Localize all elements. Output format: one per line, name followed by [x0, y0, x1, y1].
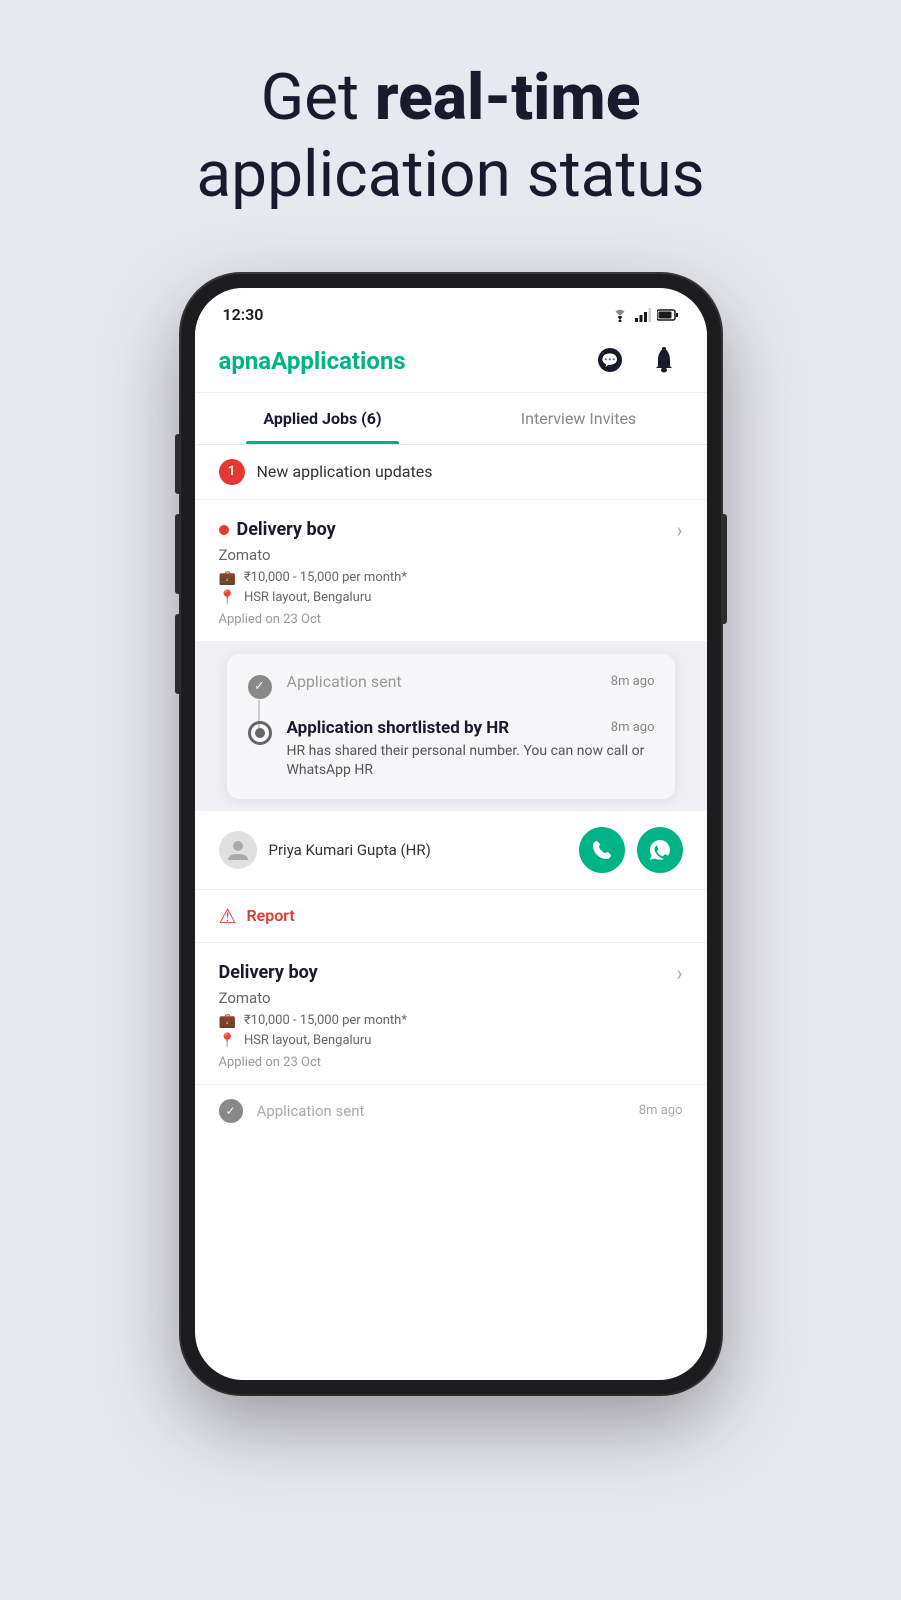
timeline-desc-2: HR has shared their personal number. You… — [287, 742, 655, 781]
tab-interview-invites[interactable]: Interview Invites — [451, 393, 707, 444]
bottom-status-time: 8m ago — [639, 1103, 683, 1118]
location-icon: 📍 — [219, 590, 236, 606]
radio-inner — [255, 728, 265, 738]
person-icon — [226, 838, 250, 862]
app-logo: apnaApplications — [219, 347, 406, 375]
report-text: Report — [246, 906, 294, 925]
timeline-item-1: ✓ Application sent 8m ago — [247, 672, 655, 700]
radio-circle-icon — [248, 721, 272, 745]
call-icon — [591, 839, 613, 861]
notification-badge: 1 — [219, 459, 245, 485]
side-button-volume-up — [175, 514, 180, 594]
timeline-icon-1: ✓ — [247, 674, 273, 700]
hr-name: Priya Kumari Gupta (HR) — [269, 841, 567, 859]
bell-button[interactable] — [645, 342, 683, 380]
salary-icon-2: 💼 — [219, 1013, 236, 1029]
hero-section: Get real-time application status — [0, 0, 901, 254]
app-header: apnaApplications 💬 — [195, 332, 707, 393]
notification-text: New application updates — [257, 462, 433, 481]
applied-date-2: Applied on 23 Oct — [219, 1055, 683, 1070]
job-salary-2: 💼 ₹10,000 - 15,000 per month* — [219, 1013, 683, 1029]
job-company-2: Zomato — [219, 989, 683, 1007]
job-location-2: 📍 HSR layout, Bengaluru — [219, 1033, 683, 1049]
timeline-item-2: Application shortlisted by HR 8m ago HR … — [247, 718, 655, 781]
applied-date-1: Applied on 23 Oct — [219, 612, 683, 627]
call-button[interactable] — [579, 827, 625, 873]
hero-line2: application status — [196, 137, 704, 212]
timeline-header-2: Application shortlisted by HR 8m ago — [287, 718, 655, 738]
timeline-title-1: Application sent — [287, 672, 402, 691]
chevron-right-icon: › — [676, 518, 682, 542]
job-title-1: Delivery boy — [219, 519, 336, 540]
status-card: ✓ Application sent 8m ago — [227, 654, 675, 799]
timeline-content-1: Application sent 8m ago — [287, 672, 655, 691]
hero-highlight: real-time — [375, 60, 641, 135]
job-card-1[interactable]: Delivery boy › Zomato 💼 ₹10,000 - 15,000… — [195, 500, 707, 642]
status-icons — [611, 308, 679, 322]
header-icons: 💬 — [591, 342, 683, 380]
status-bar: 12:30 — [195, 288, 707, 332]
timeline-content-2: Application shortlisted by HR 8m ago HR … — [287, 718, 655, 781]
wifi-icon — [611, 308, 629, 322]
phone-screen: 12:30 — [195, 288, 707, 1380]
new-indicator-dot — [219, 525, 229, 535]
timeline-icon-2 — [247, 720, 273, 746]
job-company-1: Zomato — [219, 546, 683, 564]
chevron-right-icon-2: › — [676, 961, 682, 985]
whatsapp-button[interactable] — [637, 827, 683, 873]
side-button-volume-down — [175, 614, 180, 694]
tabs-container: Applied Jobs (6) Interview Invites — [195, 393, 707, 445]
timeline-time-2: 8m ago — [611, 720, 655, 735]
hr-avatar — [219, 831, 257, 869]
svg-text:💬: 💬 — [601, 352, 619, 369]
report-icon: ⚠ — [219, 904, 237, 928]
side-button-mute — [175, 434, 180, 494]
job-location-1: 📍 HSR layout, Bengaluru — [219, 590, 683, 606]
logo-accent: Applications — [271, 347, 406, 375]
notification-bar[interactable]: 1 New application updates — [195, 445, 707, 500]
location-icon-2: 📍 — [219, 1033, 236, 1049]
battery-icon — [657, 309, 679, 321]
hr-contact: Priya Kumari Gupta (HR) — [195, 811, 707, 890]
hero-line1: Get real-time — [261, 60, 641, 135]
bottom-status-title: Application sent — [257, 1102, 625, 1120]
job-salary-1: 💼 ₹10,000 - 15,000 per month* — [219, 570, 683, 586]
status-time: 12:30 — [223, 305, 264, 324]
timeline-container: ✓ Application sent 8m ago — [195, 642, 707, 811]
whatsapp-icon — [649, 839, 671, 861]
tab-interview-invites-label: Interview Invites — [521, 409, 636, 428]
signal-icon — [635, 308, 651, 322]
report-row[interactable]: ⚠ Report — [195, 890, 707, 943]
job-card-2[interactable]: Delivery boy › Zomato 💼 ₹10,000 - 15,000… — [195, 943, 707, 1085]
logo-regular: apna — [219, 347, 272, 375]
chat-icon: 💬 — [595, 346, 625, 376]
tab-applied-jobs-label: Applied Jobs (6) — [263, 409, 381, 428]
phone-shell: 12:30 — [181, 274, 721, 1394]
hero-title: Get real-time application status — [40, 60, 861, 214]
salary-icon: 💼 — [219, 570, 236, 586]
timeline-time-1: 8m ago — [611, 674, 655, 689]
job-title-2: Delivery boy — [219, 962, 318, 983]
bell-icon — [650, 346, 678, 376]
timeline-title-2: Application shortlisted by HR — [287, 718, 510, 738]
check-circle-icon: ✓ — [248, 675, 272, 699]
phone-mockup: 12:30 — [181, 274, 721, 1394]
chat-button[interactable]: 💬 — [591, 342, 629, 380]
tab-applied-jobs[interactable]: Applied Jobs (6) — [195, 393, 451, 444]
bottom-status: ✓ Application sent 8m ago — [195, 1085, 707, 1137]
side-button-power — [722, 514, 727, 624]
timeline-header-1: Application sent 8m ago — [287, 672, 655, 691]
bottom-check-icon: ✓ — [219, 1099, 243, 1123]
